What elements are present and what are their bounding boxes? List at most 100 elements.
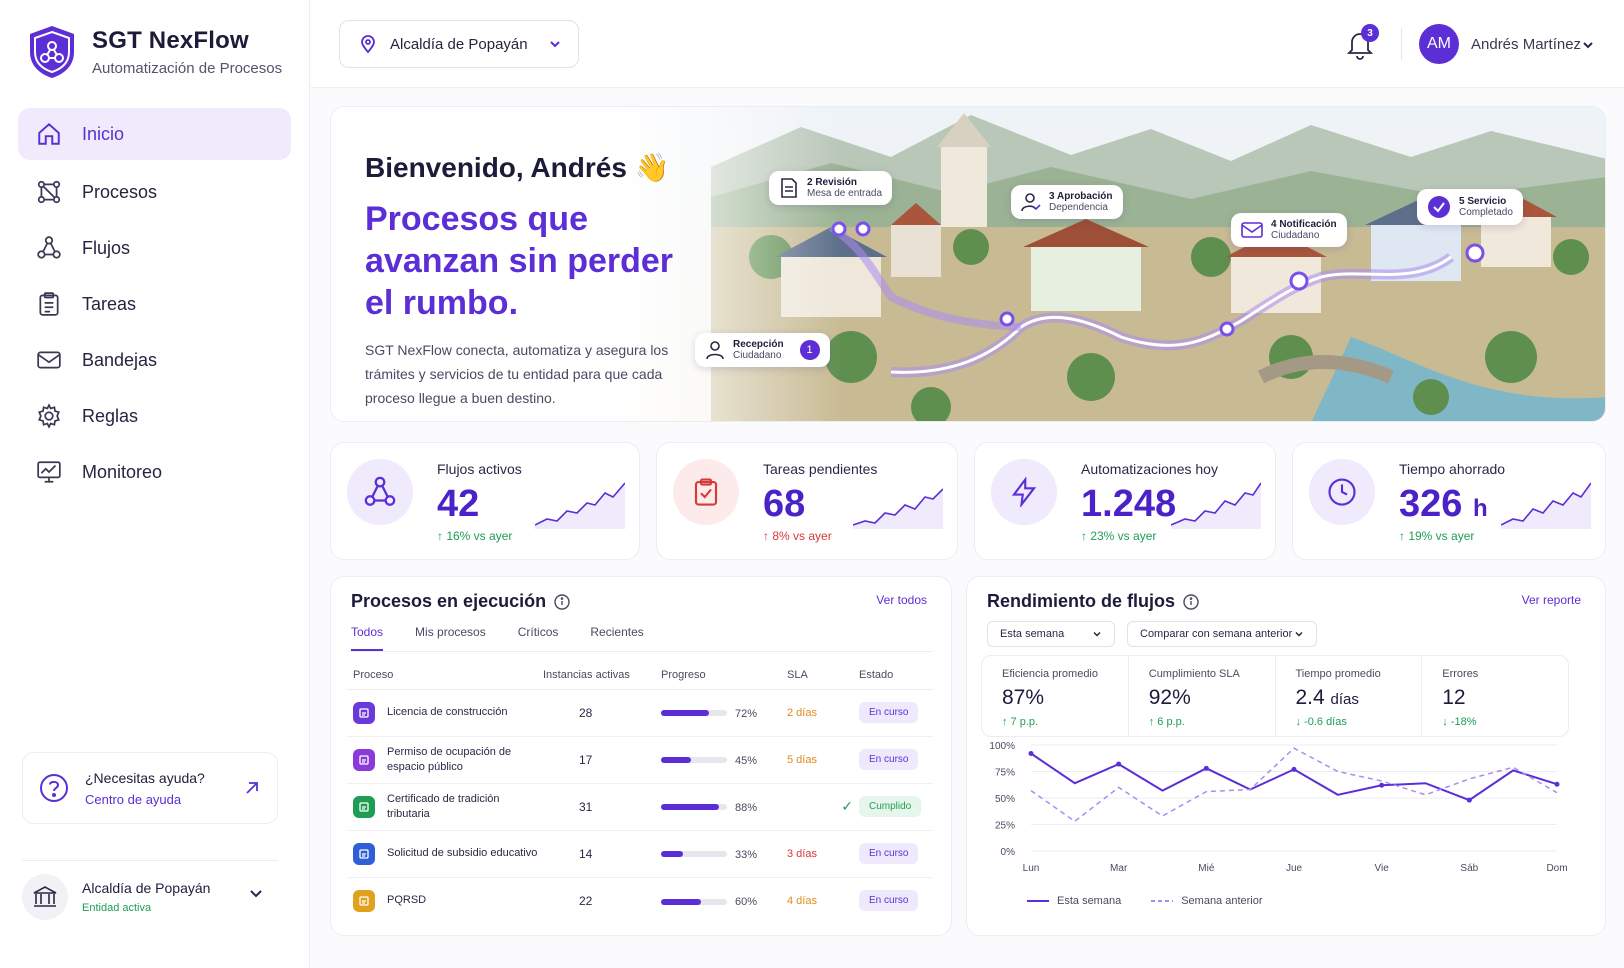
topbar: Alcaldía de Popayán 3 AM Andrés Martínez bbox=[311, 0, 1624, 88]
location-label: Alcaldía de Popayán bbox=[390, 35, 528, 53]
table-row[interactable]: Licencia de construcción 28 72% 2 días En cu… bbox=[347, 689, 933, 737]
kpi-number: 87% bbox=[1002, 686, 1045, 709]
brand[interactable]: SGT NexFlow Automatización de Procesos bbox=[26, 24, 282, 80]
cell-progreso: 60% bbox=[661, 877, 787, 924]
stat-delta: ↑ 19% vs ayer bbox=[1399, 529, 1475, 543]
process-name: Certificado de tradición tributaria bbox=[353, 792, 543, 822]
gear-icon bbox=[38, 403, 60, 429]
sidebar-item-label: Reglas bbox=[82, 405, 139, 426]
divider bbox=[347, 651, 933, 652]
hero-greeting: Bienvenido, Andrés 👋 bbox=[365, 151, 705, 184]
entity-name: Alcaldía de Popayán bbox=[82, 879, 211, 896]
tab-recientes[interactable]: Recientes bbox=[590, 625, 643, 651]
kpi-label: Eficiencia promedio bbox=[1002, 668, 1098, 680]
tab-todos[interactable]: Todos bbox=[351, 625, 384, 651]
stat-value: 68 bbox=[763, 483, 805, 526]
sidebar-item-monitoreo[interactable]: Monitoreo bbox=[18, 446, 291, 498]
stat-card-flujos[interactable]: Flujos activos 42 ↑ 16% vs ayer bbox=[330, 442, 640, 560]
compare-select[interactable]: Comparar con semana anterior bbox=[1127, 621, 1317, 647]
help-center-link[interactable]: Centro de ayuda bbox=[85, 792, 205, 807]
process-tabs: Todos Mis procesos Críticos Recientes bbox=[351, 625, 644, 651]
user-name[interactable]: Andrés Martínez bbox=[1471, 36, 1581, 53]
performance-card: Rendimiento de flujos Ver reporte Esta s… bbox=[966, 576, 1606, 936]
progress-label: 72% bbox=[735, 707, 758, 720]
processes-title: Procesos en ejecución bbox=[351, 591, 547, 611]
y-tick-label: 25% bbox=[995, 821, 1015, 832]
sparkline bbox=[1171, 482, 1261, 529]
kpi-delta: ↓ -18% bbox=[1442, 716, 1477, 728]
kpi-label: Tiempo promedio bbox=[1295, 668, 1381, 680]
question-icon bbox=[40, 774, 68, 802]
processes-table: Proceso Instancias activas Progreso SLA … bbox=[347, 661, 933, 924]
sidebar-item-reglas[interactable]: Reglas bbox=[18, 390, 291, 442]
table-row[interactable]: PQRSD 22 60% 4 días En curso bbox=[347, 877, 933, 924]
data-point bbox=[1466, 797, 1472, 803]
hero-headline: Procesos que avanzan sin perder el rumbo… bbox=[365, 200, 674, 322]
stat-card-tareas[interactable]: Tareas pendientes 68 ↑ 8% vs ayer bbox=[656, 442, 958, 560]
kpi-delta: ↓ -0.6 días bbox=[1295, 716, 1347, 728]
period-select[interactable]: Esta semana bbox=[987, 621, 1115, 647]
stat-number: 68 bbox=[763, 483, 806, 525]
card-title: Rendimiento de flujos bbox=[987, 591, 1199, 612]
view-report-link[interactable]: Ver reporte bbox=[1522, 593, 1581, 607]
table-row[interactable]: Permiso de ocupación de espacio público 1… bbox=[347, 736, 933, 784]
step-title: 3 Aprobación bbox=[1049, 191, 1113, 202]
data-point bbox=[1554, 781, 1560, 787]
tab-criticos[interactable]: Críticos bbox=[518, 625, 559, 651]
kpi-number: 2.4 bbox=[1295, 686, 1325, 709]
info-icon[interactable] bbox=[1183, 593, 1199, 610]
info-icon[interactable] bbox=[554, 593, 570, 610]
sidebar-item-tareas[interactable]: Tareas bbox=[18, 278, 291, 330]
chevron-down-icon bbox=[250, 890, 262, 898]
location-selector[interactable]: Alcaldía de Popayán bbox=[339, 20, 579, 68]
flow-icon bbox=[347, 459, 413, 525]
sidebar-item-procesos[interactable]: Procesos bbox=[18, 166, 291, 218]
cell-estado: En curso bbox=[859, 830, 933, 878]
sidebar-nav: Inicio Procesos Flujos Tareas Bandejas R… bbox=[18, 108, 291, 502]
stat-card-automatizaciones[interactable]: Automatizaciones hoy 1.248 ↑ 23% vs ayer bbox=[974, 442, 1276, 560]
sidebar-item-label: Monitoreo bbox=[82, 461, 163, 482]
stat-unit: h bbox=[1472, 495, 1488, 522]
cell-progreso: 45% bbox=[661, 736, 787, 784]
kpi-value: 2.4 días bbox=[1296, 686, 1422, 710]
col-instancias: Instancias activas bbox=[543, 661, 661, 690]
avatar[interactable]: AM bbox=[1419, 24, 1459, 64]
stat-value: 42 bbox=[437, 483, 479, 526]
table-row[interactable]: Solicitud de subsidio educativo 14 33% 3 dí… bbox=[347, 830, 933, 878]
sidebar-item-label: Tareas bbox=[82, 293, 137, 314]
stat-number: 42 bbox=[437, 483, 480, 525]
chevron-down-icon[interactable] bbox=[1581, 38, 1595, 52]
process-type-icon bbox=[353, 889, 375, 912]
kpi-label: Errores bbox=[1442, 668, 1479, 680]
stat-card-tiempo[interactable]: Tiempo ahorrado 326 h ↑ 19% vs ayer bbox=[1292, 442, 1606, 560]
cell-estado: Cumplido bbox=[859, 783, 933, 831]
tab-mis-procesos[interactable]: Mis procesos bbox=[415, 625, 486, 651]
stat-number: 1.248 bbox=[1081, 483, 1177, 525]
sidebar-item-bandejas[interactable]: Bandejas bbox=[18, 334, 291, 386]
sidebar-item-inicio[interactable]: Inicio bbox=[18, 108, 291, 160]
step-number: 1 bbox=[799, 340, 820, 360]
series-line-semana-anterior bbox=[1030, 747, 1558, 823]
flow-step-aprobacion: 3 Aprobación Dependencia bbox=[1011, 185, 1123, 219]
table-row[interactable]: Certificado de tradición tributaria 31 88%… bbox=[347, 783, 933, 831]
cell-sla: ✓ bbox=[787, 783, 859, 831]
kpi-strip: Eficiencia promedio 87% ↑ 7 p.p. Cumplimie… bbox=[981, 655, 1569, 737]
x-tick-label: Lun bbox=[1023, 863, 1040, 874]
process-label: Licencia de construcción bbox=[387, 706, 508, 718]
monitor-icon bbox=[37, 461, 61, 483]
flow-step-notificacion: 4 Notificación Ciudadano bbox=[1231, 213, 1347, 247]
sidebar-item-label: Bandejas bbox=[82, 349, 158, 370]
sidebar-item-label: Inicio bbox=[82, 123, 125, 144]
view-all-link[interactable]: Ver todos bbox=[876, 593, 927, 607]
kpi-value: 92% bbox=[1149, 686, 1275, 710]
entity-selector[interactable]: Alcaldía de Popayán Entidad activa bbox=[22, 860, 278, 924]
kpi-item: Tiempo promedio 2.4 días ↓ -0.6 días bbox=[1276, 656, 1423, 736]
help-card[interactable]: ¿Necesitas ayuda? Centro de ayuda bbox=[22, 752, 278, 824]
x-tick-label: Mié bbox=[1198, 863, 1215, 874]
cell-estado: En curso bbox=[859, 877, 933, 924]
external-arrow-icon[interactable] bbox=[243, 779, 261, 797]
sidebar-item-flujos[interactable]: Flujos bbox=[18, 222, 291, 274]
data-point bbox=[1379, 782, 1385, 788]
progress-bar bbox=[661, 898, 727, 905]
stat-label: Flujos activos bbox=[437, 461, 522, 477]
